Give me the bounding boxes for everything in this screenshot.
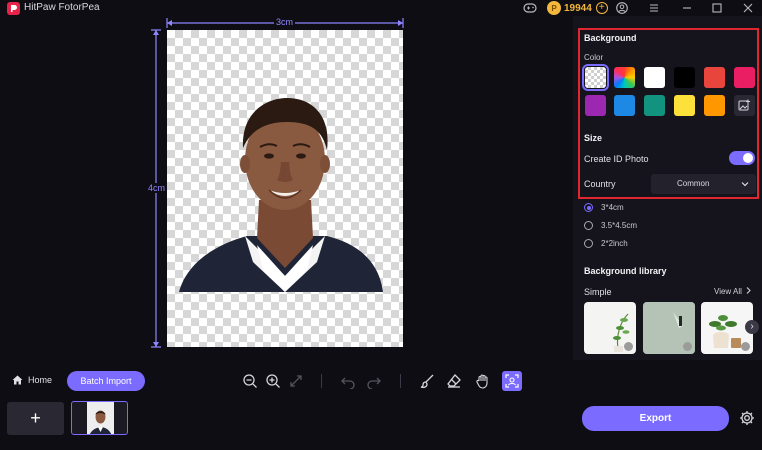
eraser-icon[interactable] xyxy=(446,373,462,389)
chevron-down-icon xyxy=(741,182,749,187)
download-icon xyxy=(624,342,633,351)
library-thumb-1[interactable] xyxy=(584,302,636,354)
app-title: HitPaw FotorPea xyxy=(24,2,100,13)
swatch-teal[interactable] xyxy=(644,95,665,116)
image-thumbnail[interactable] xyxy=(71,401,128,435)
undo-icon[interactable] xyxy=(340,373,356,389)
size-option-3x4[interactable]: 3*4cm xyxy=(584,203,624,212)
chevron-right-icon xyxy=(746,287,751,294)
size-option-label: 3*4cm xyxy=(601,203,624,212)
coin-count: 19944 xyxy=(564,2,592,14)
minimize-icon[interactable] xyxy=(682,3,692,13)
color-label: Color xyxy=(584,53,604,62)
simple-label: Simple xyxy=(584,287,612,297)
gamepad-icon[interactable] xyxy=(523,2,537,14)
toolbar-divider xyxy=(400,374,401,388)
library-thumb-2[interactable] xyxy=(643,302,695,354)
swatch-red[interactable] xyxy=(704,67,725,88)
swatch-white[interactable] xyxy=(644,67,665,88)
zoom-out-icon[interactable] xyxy=(242,373,258,389)
id-photo-tool-button[interactable] xyxy=(502,371,522,391)
home-icon xyxy=(12,375,23,385)
country-label: Country xyxy=(584,179,616,189)
country-select[interactable]: Common xyxy=(651,174,756,194)
swatch-orange[interactable] xyxy=(704,95,725,116)
radio-selected xyxy=(584,203,593,212)
radio xyxy=(584,239,593,248)
size-option-label: 3.5*4.5cm xyxy=(601,221,638,230)
swatch-pink[interactable] xyxy=(734,67,755,88)
home-label: Home xyxy=(28,375,53,385)
library-next-button[interactable]: › xyxy=(745,320,759,334)
photo-canvas[interactable] xyxy=(167,30,403,347)
hand-pan-icon[interactable] xyxy=(475,373,491,389)
country-value: Common xyxy=(677,179,710,188)
height-label: 4cm xyxy=(146,183,168,193)
width-label: 3cm xyxy=(274,17,296,27)
app-logo-icon xyxy=(7,2,20,15)
swatch-rainbow[interactable] xyxy=(614,67,635,88)
portrait-image xyxy=(179,98,383,292)
add-image-button[interactable]: + xyxy=(7,402,64,435)
toolbar-divider xyxy=(321,374,322,388)
account-icon[interactable] xyxy=(616,2,628,14)
size-option-3-5x4-5[interactable]: 3.5*4.5cm xyxy=(584,221,637,230)
swatch-blue[interactable] xyxy=(614,95,635,116)
add-coins-button[interactable]: + xyxy=(595,2,608,14)
view-all-label: View All xyxy=(714,287,742,296)
view-all-link[interactable]: View All xyxy=(714,287,752,296)
settings-gear-icon[interactable] xyxy=(739,410,755,426)
export-button[interactable]: Export xyxy=(582,406,729,431)
menu-icon[interactable] xyxy=(649,3,659,13)
swatch-yellow[interactable] xyxy=(674,95,695,116)
download-icon xyxy=(683,342,692,351)
zoom-in-icon[interactable] xyxy=(265,373,281,389)
coin-balance[interactable]: P 19944 + xyxy=(547,0,608,16)
toggle-knob xyxy=(743,153,753,163)
home-button[interactable]: Home xyxy=(12,375,52,385)
swatch-custom-image[interactable] xyxy=(734,95,755,116)
swatch-black[interactable] xyxy=(674,67,695,88)
size-section-title: Size xyxy=(584,133,603,143)
brush-icon[interactable] xyxy=(419,373,435,389)
size-option-2x2inch[interactable]: 2*2inch xyxy=(584,239,628,248)
background-library-title: Background library xyxy=(584,266,667,276)
image-add-icon xyxy=(738,99,750,111)
background-section-title: Background xyxy=(584,33,637,43)
radio xyxy=(584,221,593,230)
create-id-photo-toggle[interactable] xyxy=(729,151,755,165)
swatch-transparent[interactable] xyxy=(582,64,609,91)
maximize-icon[interactable] xyxy=(712,3,722,13)
title-bar: HitPaw FotorPea P 19944 + xyxy=(0,0,762,16)
fit-screen-icon[interactable] xyxy=(288,373,304,389)
create-id-photo-label: Create ID Photo xyxy=(584,154,649,164)
swatch-purple[interactable] xyxy=(585,95,606,116)
download-icon xyxy=(741,342,750,351)
coin-icon: P xyxy=(547,1,561,15)
batch-import-button[interactable]: Batch Import xyxy=(67,371,145,391)
portrait-thumbnail xyxy=(87,402,114,434)
id-photo-icon xyxy=(505,374,519,388)
size-option-label: 2*2inch xyxy=(601,239,628,248)
close-icon[interactable] xyxy=(743,3,753,13)
redo-icon[interactable] xyxy=(366,373,382,389)
